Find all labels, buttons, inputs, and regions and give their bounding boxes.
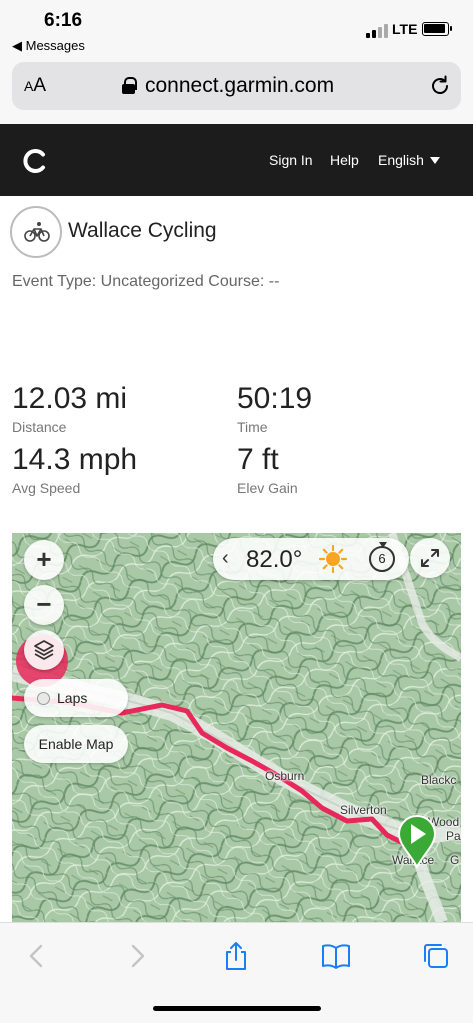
reload-icon[interactable] bbox=[428, 74, 452, 98]
stat-elev-label: Elev Gain bbox=[237, 480, 298, 496]
tabs-icon[interactable] bbox=[421, 941, 451, 971]
browser-address-area: AA connect.garmin.com bbox=[0, 56, 473, 124]
sun-icon bbox=[319, 545, 347, 573]
stat-speed-label: Avg Speed bbox=[12, 480, 81, 496]
laps-radio[interactable] bbox=[37, 692, 50, 705]
text-size-button[interactable]: AA bbox=[24, 75, 46, 97]
caret-down-icon bbox=[429, 157, 440, 164]
stat-time-label: Time bbox=[237, 419, 268, 435]
zoom-in-button[interactable]: + bbox=[24, 540, 64, 580]
bookmarks-icon[interactable] bbox=[321, 941, 351, 971]
expand-icon bbox=[421, 549, 439, 567]
weather-widget[interactable]: ‹ 82.0° 6 bbox=[213, 538, 409, 580]
stat-distance-label: Distance bbox=[12, 419, 67, 435]
stat-distance-value: 12.03 mi bbox=[12, 382, 128, 415]
address-bar[interactable]: AA connect.garmin.com bbox=[12, 62, 461, 110]
forward-icon[interactable] bbox=[122, 941, 152, 971]
laps-label: Laps bbox=[57, 690, 88, 706]
battery-icon bbox=[422, 22, 452, 36]
stat-speed-value: 14.3 mph bbox=[12, 443, 138, 476]
start-pin-icon[interactable] bbox=[397, 815, 437, 869]
activity-type-badge bbox=[10, 206, 62, 258]
share-icon[interactable] bbox=[221, 941, 251, 971]
site-header: Sign In Help English bbox=[0, 124, 473, 196]
url-domain[interactable]: connect.garmin.com bbox=[145, 74, 334, 98]
wind-speed-icon: 6 bbox=[369, 542, 395, 572]
signin-link[interactable]: Sign In bbox=[269, 152, 313, 168]
place-silverton: Silverton bbox=[340, 803, 387, 817]
enable-map-button[interactable]: Enable Map bbox=[24, 725, 128, 763]
stat-elev-value: 7 ft bbox=[237, 443, 279, 476]
place-osburn: Osburn bbox=[265, 769, 305, 783]
status-time: 6:16 bbox=[44, 10, 83, 31]
garmin-connect-logo-icon[interactable] bbox=[22, 148, 48, 174]
fullscreen-button[interactable] bbox=[410, 538, 450, 578]
status-bar: 6:16 ◀ Messages LTE bbox=[0, 0, 473, 56]
signal-icon bbox=[366, 24, 388, 38]
language-label: English bbox=[378, 152, 424, 168]
layers-icon bbox=[34, 640, 54, 660]
back-to-messages[interactable]: ◀ Messages bbox=[12, 38, 85, 54]
stat-time-value: 50:19 bbox=[237, 382, 313, 415]
route-map[interactable]: Osburn Silverton Wallace Blackc Wood Pa … bbox=[12, 533, 461, 922]
network-type: LTE bbox=[392, 21, 418, 37]
activity-title: Wallace Cycling bbox=[68, 219, 217, 242]
place-blackcloud: Blackc bbox=[421, 773, 457, 787]
bicycle-icon bbox=[24, 222, 50, 242]
laps-toggle[interactable]: Laps bbox=[24, 679, 128, 717]
lock-icon bbox=[122, 77, 137, 94]
place-g: G bbox=[450, 853, 460, 867]
language-selector[interactable]: English bbox=[378, 152, 440, 168]
help-link[interactable]: Help bbox=[330, 152, 359, 168]
zoom-out-button[interactable]: − bbox=[24, 585, 64, 625]
event-type-text: Event Type: Uncategorized Course: -- bbox=[12, 273, 280, 290]
temperature: 82.0° bbox=[246, 546, 303, 573]
back-icon[interactable] bbox=[22, 941, 52, 971]
home-indicator[interactable] bbox=[153, 1006, 321, 1011]
layers-button[interactable] bbox=[24, 630, 64, 670]
place-pa: Pa bbox=[446, 829, 461, 843]
chevron-left-icon[interactable]: ‹ bbox=[222, 547, 229, 570]
